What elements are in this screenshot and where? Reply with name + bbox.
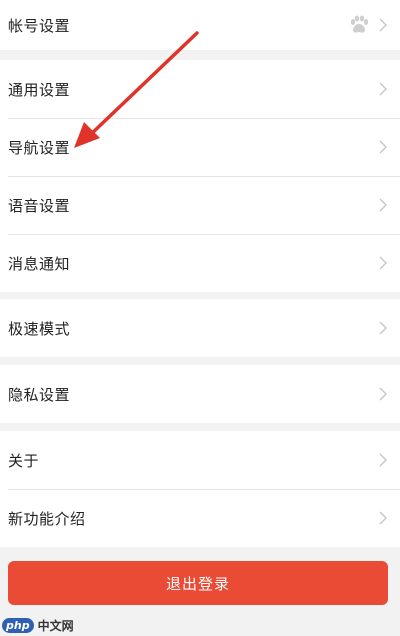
watermark-text: 中文网 <box>37 619 74 633</box>
chevron-right-icon <box>379 453 388 467</box>
settings-item-label: 隐私设置 <box>8 385 71 404</box>
chevron-right-icon <box>379 18 388 32</box>
settings-item-account[interactable]: 帐号设置 <box>0 0 400 50</box>
settings-item-label: 消息通知 <box>8 254 71 273</box>
settings-group-privacy: 隐私设置 <box>0 365 400 423</box>
settings-item-privacy[interactable]: 隐私设置 <box>0 365 400 423</box>
chevron-right-icon <box>379 82 388 96</box>
watermark: php 中文网 <box>2 617 74 634</box>
chevron-right-icon <box>379 387 388 401</box>
chevron-right-icon <box>379 198 388 212</box>
settings-item-voice[interactable]: 语音设置 <box>0 176 400 234</box>
settings-item-label: 通用设置 <box>8 80 71 99</box>
settings-item-label: 极速模式 <box>8 319 71 338</box>
chevron-right-icon <box>379 511 388 525</box>
watermark-logo: php <box>2 618 34 633</box>
baidu-paw-icon <box>350 15 369 33</box>
chevron-right-icon <box>379 140 388 154</box>
settings-item-whats-new[interactable]: 新功能介绍 <box>0 489 400 547</box>
logout-button[interactable]: 退出登录 <box>8 561 388 605</box>
settings-item-label: 导航设置 <box>8 138 71 157</box>
settings-group-speed: 极速模式 <box>0 299 400 357</box>
chevron-right-icon <box>379 256 388 270</box>
settings-item-label: 帐号设置 <box>8 16 71 35</box>
settings-item-label: 语音设置 <box>8 196 71 215</box>
settings-item-notifications[interactable]: 消息通知 <box>0 234 400 292</box>
settings-item-label: 新功能介绍 <box>8 509 86 528</box>
settings-item-label: 关于 <box>8 451 40 470</box>
chevron-right-icon <box>379 321 388 335</box>
settings-group-general: 通用设置 导航设置 语音设置 消息通知 <box>0 60 400 292</box>
settings-group-about: 关于 新功能介绍 <box>0 431 400 547</box>
settings-group-account: 帐号设置 <box>0 0 400 50</box>
settings-item-about[interactable]: 关于 <box>0 431 400 489</box>
settings-item-general[interactable]: 通用设置 <box>0 60 400 118</box>
settings-item-speed-mode[interactable]: 极速模式 <box>0 299 400 357</box>
settings-item-navigation[interactable]: 导航设置 <box>0 118 400 176</box>
